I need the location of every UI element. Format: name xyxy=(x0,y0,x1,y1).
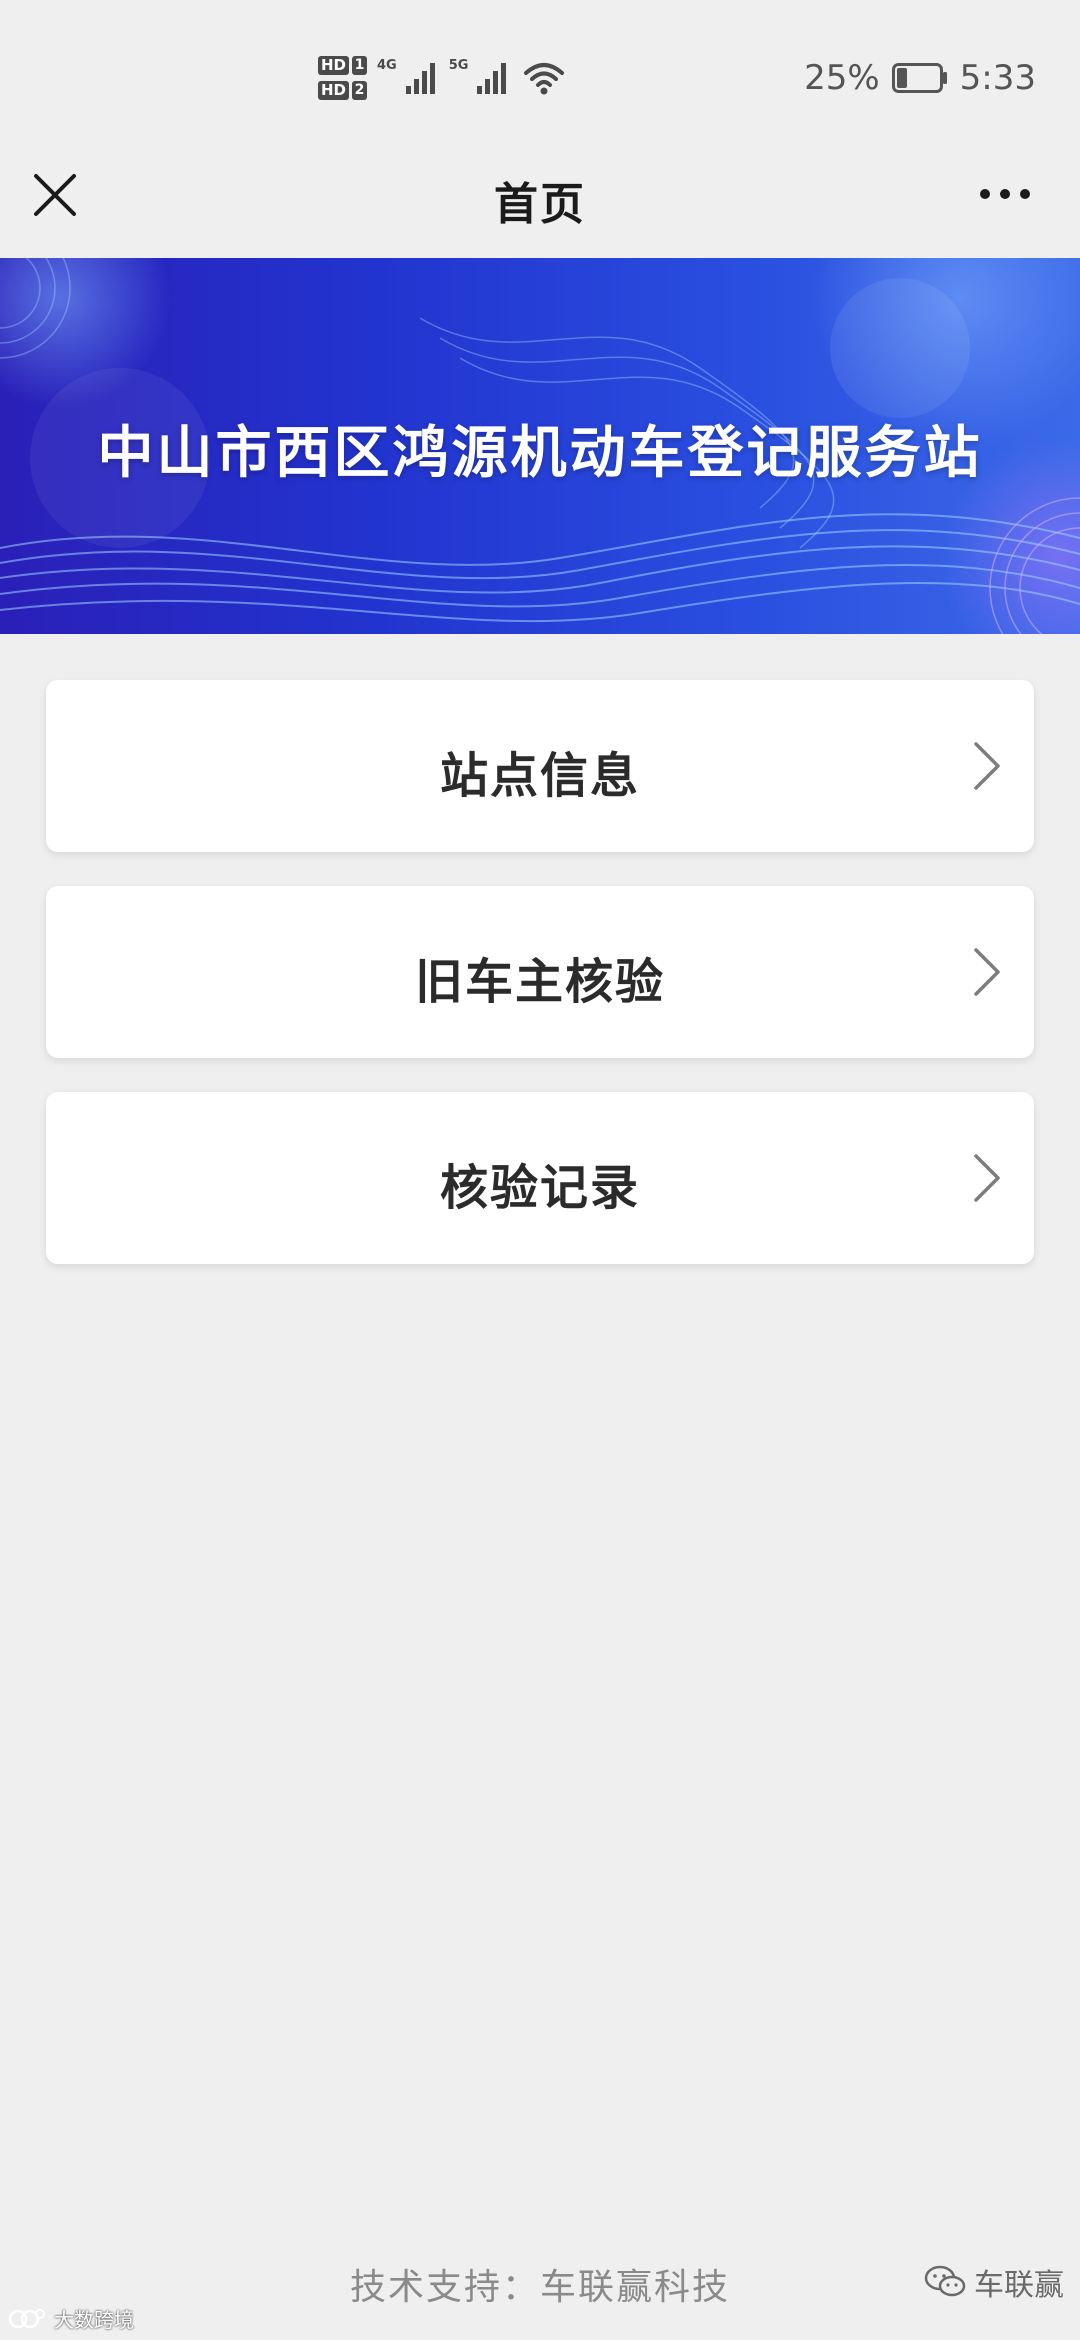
nav-bar: 首页 xyxy=(0,150,1080,258)
page-title: 首页 xyxy=(494,179,586,230)
status-icons-left: HD 1 HD 2 4G 5G xyxy=(318,48,565,108)
signal-icon xyxy=(405,63,435,94)
chevron-right-icon xyxy=(974,948,1000,996)
footer-tech-support: 技术支持：车联赢科技 xyxy=(349,2267,730,2308)
logo-icon xyxy=(8,2308,45,2328)
signal-icon xyxy=(477,63,507,94)
banner: 中山市西区鸿源机动车登记服务站 xyxy=(0,258,1080,634)
menu-item-label: 旧车主核验 xyxy=(414,954,665,1010)
menu-item-label: 核验记录 xyxy=(439,1160,640,1216)
status-bar: HD 1 HD 2 4G 5G 25% 5:33 xyxy=(0,0,1080,150)
menu-item-station-info[interactable]: 站点信息 xyxy=(46,680,1034,852)
watermark-brand: 车联赢 xyxy=(974,2268,1064,2303)
hd-sim-number: 2 xyxy=(352,81,368,100)
watermark-left: 大数跨境 xyxy=(8,2304,134,2333)
wechat-icon xyxy=(924,2265,966,2297)
more-icon[interactable] xyxy=(978,182,1032,206)
menu-item-verification-records[interactable]: 核验记录 xyxy=(46,1092,1034,1264)
watermark-left-text: 大数跨境 xyxy=(54,2308,134,2332)
wifi-icon xyxy=(524,63,565,95)
hd-indicators: HD 1 HD 2 xyxy=(318,56,368,100)
menu-item-label: 站点信息 xyxy=(439,748,640,804)
menu-list: 站点信息 旧车主核验 核验记录 xyxy=(46,680,1034,1298)
clock: 5:33 xyxy=(959,58,1036,98)
chevron-right-icon xyxy=(974,1154,1000,1202)
battery-icon xyxy=(891,63,947,93)
hd-sim-number: 1 xyxy=(352,56,368,75)
watermark-right: 车联赢 xyxy=(924,2260,1064,2304)
network-type-1: 4G xyxy=(377,58,397,73)
status-icons-right: 25% 5:33 xyxy=(804,52,1036,104)
chevron-right-icon xyxy=(974,742,1000,790)
hd-badge-2: HD 2 xyxy=(318,81,368,100)
hd-label: HD xyxy=(318,56,350,75)
hd-badge-1: HD 1 xyxy=(318,56,368,75)
banner-title: 中山市西区鸿源机动车登记服务站 xyxy=(97,421,983,486)
menu-item-previous-owner-verification[interactable]: 旧车主核验 xyxy=(46,886,1034,1058)
network-type-2: 5G xyxy=(448,58,469,73)
hd-label: HD xyxy=(318,81,350,100)
battery-percent: 25% xyxy=(804,58,880,98)
